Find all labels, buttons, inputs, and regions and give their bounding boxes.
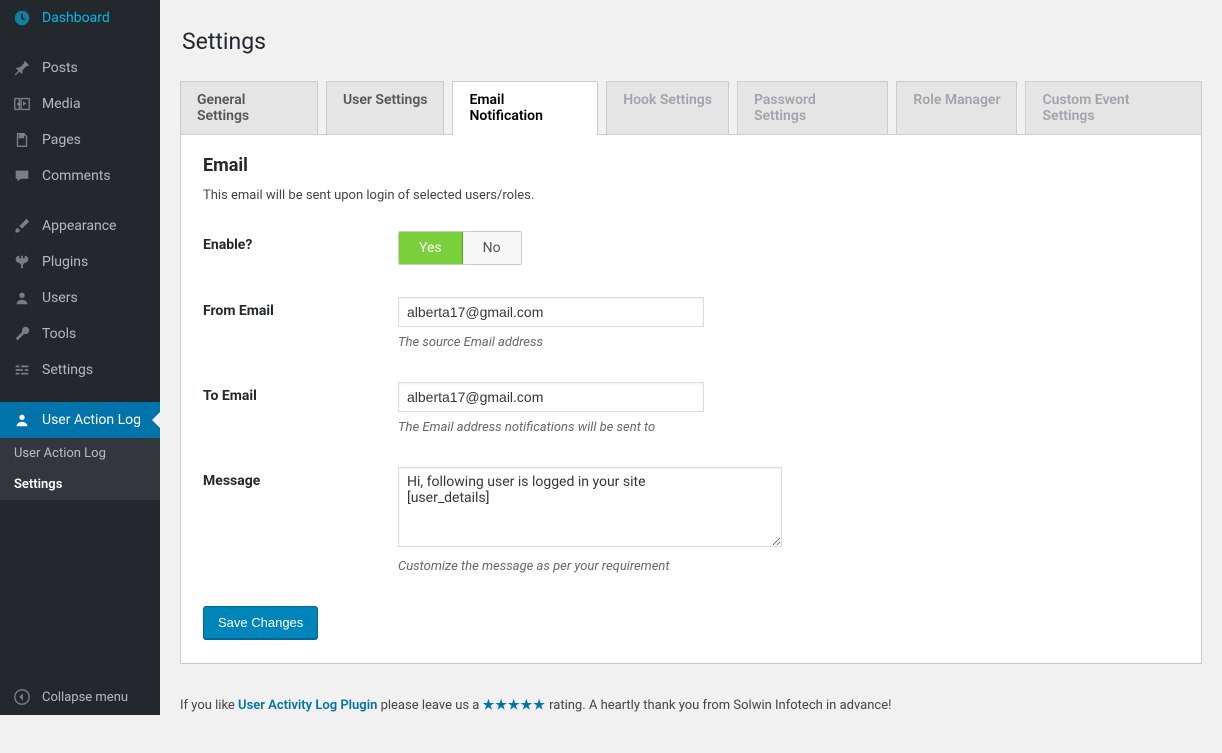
footer-note: If you like User Activity Log Plugin ple… (180, 698, 1202, 713)
footer-plugin-link[interactable]: User Activity Log Plugin (238, 698, 377, 713)
media-icon (12, 94, 32, 114)
enable-no-option[interactable]: No (463, 232, 521, 264)
message-hint: Customize the message as per your requir… (398, 559, 1179, 574)
sidebar-item-tools[interactable]: Tools (0, 316, 160, 352)
sidebar-item-users[interactable]: Users (0, 280, 160, 316)
page-icon (12, 130, 32, 150)
footer-stars-link[interactable]: ★★★★★ (483, 698, 546, 713)
collapse-menu-button[interactable]: Collapse menu (0, 679, 160, 715)
message-textarea[interactable] (398, 467, 782, 547)
tab-role-manager[interactable]: Role Manager (896, 81, 1017, 134)
collapse-label: Collapse menu (42, 690, 128, 705)
admin-sidebar: Dashboard Posts Media Pages Comments (0, 0, 160, 715)
sidebar-item-pages[interactable]: Pages (0, 122, 160, 158)
to-email-label: To Email (203, 382, 398, 404)
settings-tabs: General Settings User Settings Email Not… (180, 81, 1202, 134)
sidebar-item-comments[interactable]: Comments (0, 158, 160, 194)
tab-user-settings[interactable]: User Settings (326, 81, 445, 134)
panel-heading: Email (203, 155, 1179, 176)
row-enable: Enable? Yes No (203, 231, 1179, 265)
sidebar-item-appearance[interactable]: Appearance (0, 208, 160, 244)
row-from-email: From Email The source Email address (203, 297, 1179, 350)
page-title: Settings (182, 28, 1200, 55)
tab-hook-settings[interactable]: Hook Settings (606, 81, 729, 134)
pin-icon (12, 58, 32, 78)
user-icon (12, 288, 32, 308)
panel-description: This email will be sent upon login of se… (203, 188, 1179, 203)
plug-icon (12, 252, 32, 272)
from-email-input[interactable] (398, 297, 704, 327)
tab-email-notification[interactable]: Email Notification (452, 81, 598, 134)
enable-yes-option[interactable]: Yes (399, 232, 463, 264)
row-to-email: To Email The Email address notifications… (203, 382, 1179, 435)
settings-panel: Email This email will be sent upon login… (180, 134, 1202, 664)
sidebar-item-posts[interactable]: Posts (0, 50, 160, 86)
to-email-input[interactable] (398, 382, 704, 412)
from-email-hint: The source Email address (398, 335, 1179, 350)
sidebar-item-label: Comments (42, 168, 111, 184)
collapse-icon (12, 687, 32, 707)
from-email-label: From Email (203, 297, 398, 319)
sidebar-item-label: Media (42, 96, 81, 112)
sidebar-item-plugins[interactable]: Plugins (0, 244, 160, 280)
footer-mid: please leave us a (381, 698, 483, 713)
sidebar-item-label: Users (42, 290, 78, 306)
sidebar-item-dashboard[interactable]: Dashboard (0, 0, 160, 36)
sidebar-item-settings[interactable]: Settings (0, 352, 160, 388)
tab-password-settings[interactable]: Password Settings (737, 81, 888, 134)
main-content: Settings General Settings User Settings … (160, 0, 1222, 753)
to-email-hint: The Email address notifications will be … (398, 420, 1179, 435)
footer-suffix: rating. A heartly thank you from Solwin … (549, 698, 891, 713)
sidebar-item-label: User Action Log (42, 412, 141, 428)
enable-toggle: Yes No (398, 231, 522, 265)
sliders-icon (12, 360, 32, 380)
comment-icon (12, 166, 32, 186)
sidebar-item-label: Appearance (42, 218, 116, 234)
footer-prefix: If you like (180, 698, 238, 713)
tab-custom-event-settings[interactable]: Custom Event Settings (1025, 81, 1202, 134)
sidebar-item-label: Tools (42, 326, 76, 342)
sidebar-item-label: Posts (42, 60, 78, 76)
user-log-icon (12, 410, 32, 430)
tab-general-settings[interactable]: General Settings (180, 81, 318, 134)
sidebar-item-label: Plugins (42, 254, 88, 270)
sidebar-item-media[interactable]: Media (0, 86, 160, 122)
brush-icon (12, 216, 32, 236)
wrench-icon (12, 324, 32, 344)
enable-label: Enable? (203, 231, 398, 253)
gauge-icon (12, 8, 32, 28)
save-changes-button[interactable]: Save Changes (203, 606, 318, 639)
submenu-item-user-action-log[interactable]: User Action Log (0, 438, 160, 469)
sidebar-item-label: Pages (42, 132, 81, 148)
sidebar-item-label: Settings (42, 362, 93, 378)
submenu-item-settings[interactable]: Settings (0, 469, 160, 500)
row-message: Message Customize the message as per you… (203, 467, 1179, 574)
sidebar-item-label: Dashboard (42, 10, 110, 26)
sidebar-submenu: User Action Log Settings (0, 438, 160, 500)
sidebar-item-user-action-log[interactable]: User Action Log (0, 402, 160, 438)
message-label: Message (203, 467, 398, 489)
